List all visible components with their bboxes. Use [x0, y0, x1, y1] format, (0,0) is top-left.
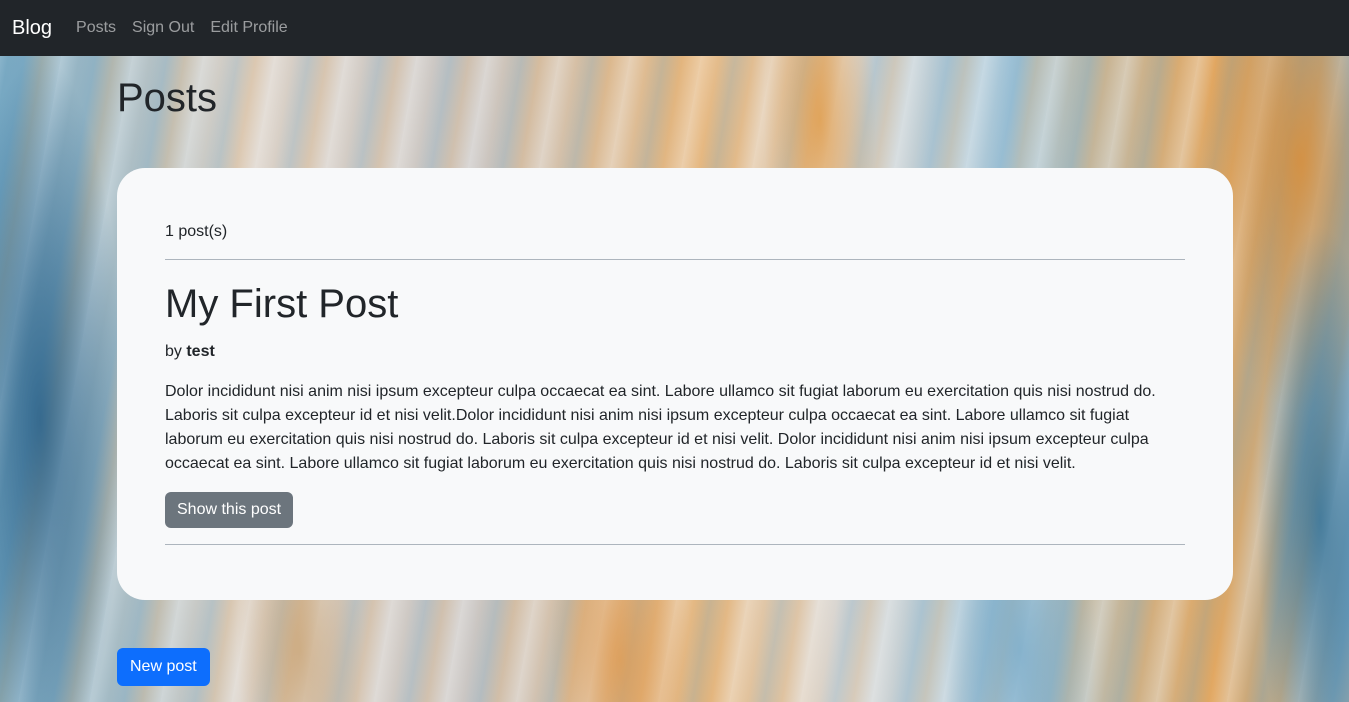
post-title: My First Post	[165, 282, 399, 326]
post-count: 1 post(s)	[165, 223, 228, 240]
top-navbar: Blog Posts Sign Out Edit Profile	[0, 0, 1349, 56]
posts-card: 1 post(s) My First Post by test Dolor in…	[117, 168, 1233, 600]
page-title: Posts	[117, 76, 218, 120]
post-item: My First Post by test Dolor incididunt n…	[165, 280, 1185, 528]
post-author: test	[186, 343, 215, 360]
divider	[165, 259, 1185, 260]
brand-link[interactable]: Blog	[12, 17, 52, 40]
nav-link-sign-out[interactable]: Sign Out	[132, 19, 194, 37]
divider	[165, 544, 1185, 545]
show-post-button[interactable]: Show this post	[165, 492, 294, 528]
nav-link-edit-profile[interactable]: Edit Profile	[210, 19, 287, 37]
new-post-button[interactable]: New post	[117, 648, 210, 686]
post-byline: by test	[165, 340, 1185, 364]
byline-label: by	[165, 343, 187, 360]
nav-link-posts[interactable]: Posts	[76, 19, 116, 37]
post-body: Dolor incididunt nisi anim nisi ipsum ex…	[165, 383, 1156, 472]
